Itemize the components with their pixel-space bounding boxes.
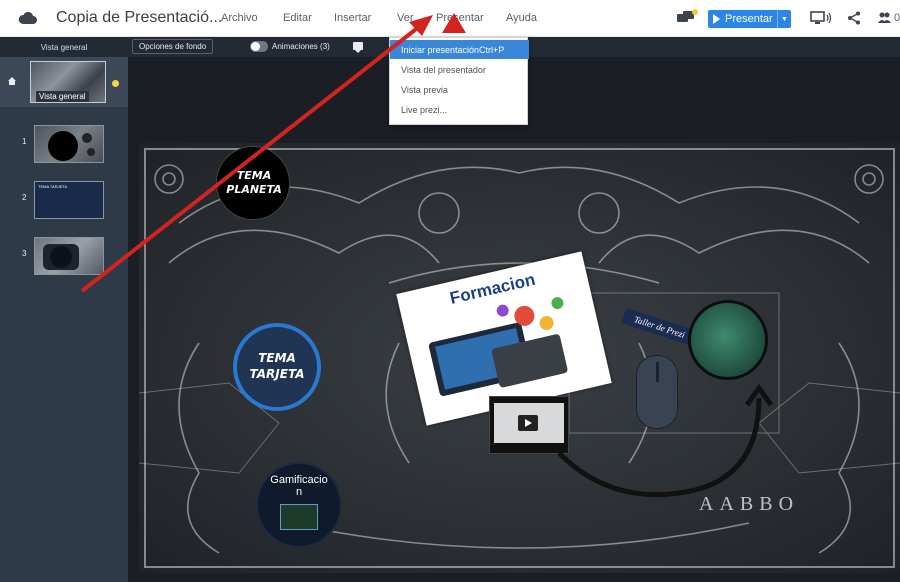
share-icon[interactable] — [847, 11, 861, 25]
preview-item[interactable]: Vista previa — [390, 80, 529, 99]
present-button[interactable]: Presentar ▼ — [708, 10, 791, 28]
present-screen-icon[interactable] — [810, 11, 832, 25]
start-presentation-label: Iniciar presentación — [401, 44, 480, 55]
slide-1-preview — [48, 131, 95, 161]
slide-number: 2 — [22, 193, 27, 202]
prezi-canvas[interactable]: AABBO TEMA PLANETA TEMA TARJETA Gamifica… — [128, 57, 900, 582]
live-prezi-item[interactable]: Live prezi... — [390, 100, 529, 119]
present-options-chevron-icon[interactable]: ▼ — [777, 10, 791, 28]
slide-item[interactable]: 1 — [0, 123, 128, 165]
slides-sidebar: Vista general 1 2 TEMA TARJETA 3 — [0, 57, 128, 582]
slide-thumb-title: TEMA TARJETA — [38, 184, 68, 189]
animations-toggle[interactable] — [250, 41, 268, 52]
home-icon — [8, 77, 16, 85]
slide-item[interactable]: 3 — [0, 235, 128, 277]
prezi-editor: Copia de Presentació... Archivo Editar I… — [0, 0, 900, 582]
menu-ayuda[interactable]: Ayuda — [506, 12, 537, 24]
slide-item[interactable]: 2 TEMA TARJETA — [0, 179, 128, 221]
path-arrow — [557, 383, 774, 498]
top-menu-bar: Copia de Presentació... Archivo Editar I… — [0, 0, 900, 37]
chalkboard-frame[interactable]: AABBO TEMA PLANETA TEMA TARJETA Gamifica… — [139, 143, 900, 573]
sidebar-overview-item[interactable]: Vista general — [0, 57, 128, 107]
play-icon — [713, 14, 720, 24]
collaborator-count: 0 — [894, 12, 900, 24]
menu-insertar[interactable]: Insertar — [334, 12, 371, 24]
comment-icon[interactable] — [353, 42, 363, 53]
presenter-view-item[interactable]: Vista del presentador — [390, 60, 529, 79]
menu-ver[interactable]: Ver — [397, 12, 414, 24]
presentar-dropdown: Iniciar presentación Ctrl+P Vista del pr… — [389, 37, 529, 125]
menu-archivo[interactable]: Archivo — [221, 12, 258, 24]
slide-thumbnail[interactable]: TEMA TARJETA — [34, 181, 104, 219]
slide-thumbnail[interactable] — [34, 125, 104, 163]
slide-3-preview — [43, 244, 79, 270]
document-title[interactable]: Copia de Presentació... — [56, 9, 222, 27]
background-options-button[interactable]: Opciones de fondo — [132, 39, 214, 54]
menu-editar[interactable]: Editar — [283, 12, 312, 24]
animations-label[interactable]: Animaciones (3) — [272, 42, 330, 51]
overview-label: Vista general — [36, 91, 89, 102]
slide-number: 3 — [22, 249, 27, 258]
menu-presentar[interactable]: Presentar — [436, 12, 484, 24]
overview-header: Vista general — [40, 42, 88, 52]
comments-icon[interactable] — [676, 9, 698, 27]
slide-number: 1 — [22, 137, 27, 146]
start-presentation-shortcut: Ctrl+P — [479, 44, 505, 55]
slide-thumbnail[interactable] — [34, 237, 104, 275]
cloud-icon[interactable] — [18, 9, 38, 27]
status-dot — [112, 80, 119, 87]
start-presentation-item[interactable]: Iniciar presentación Ctrl+P — [390, 40, 529, 59]
present-button-label: Presentar — [725, 13, 773, 25]
collaborators-icon[interactable] — [878, 11, 894, 25]
